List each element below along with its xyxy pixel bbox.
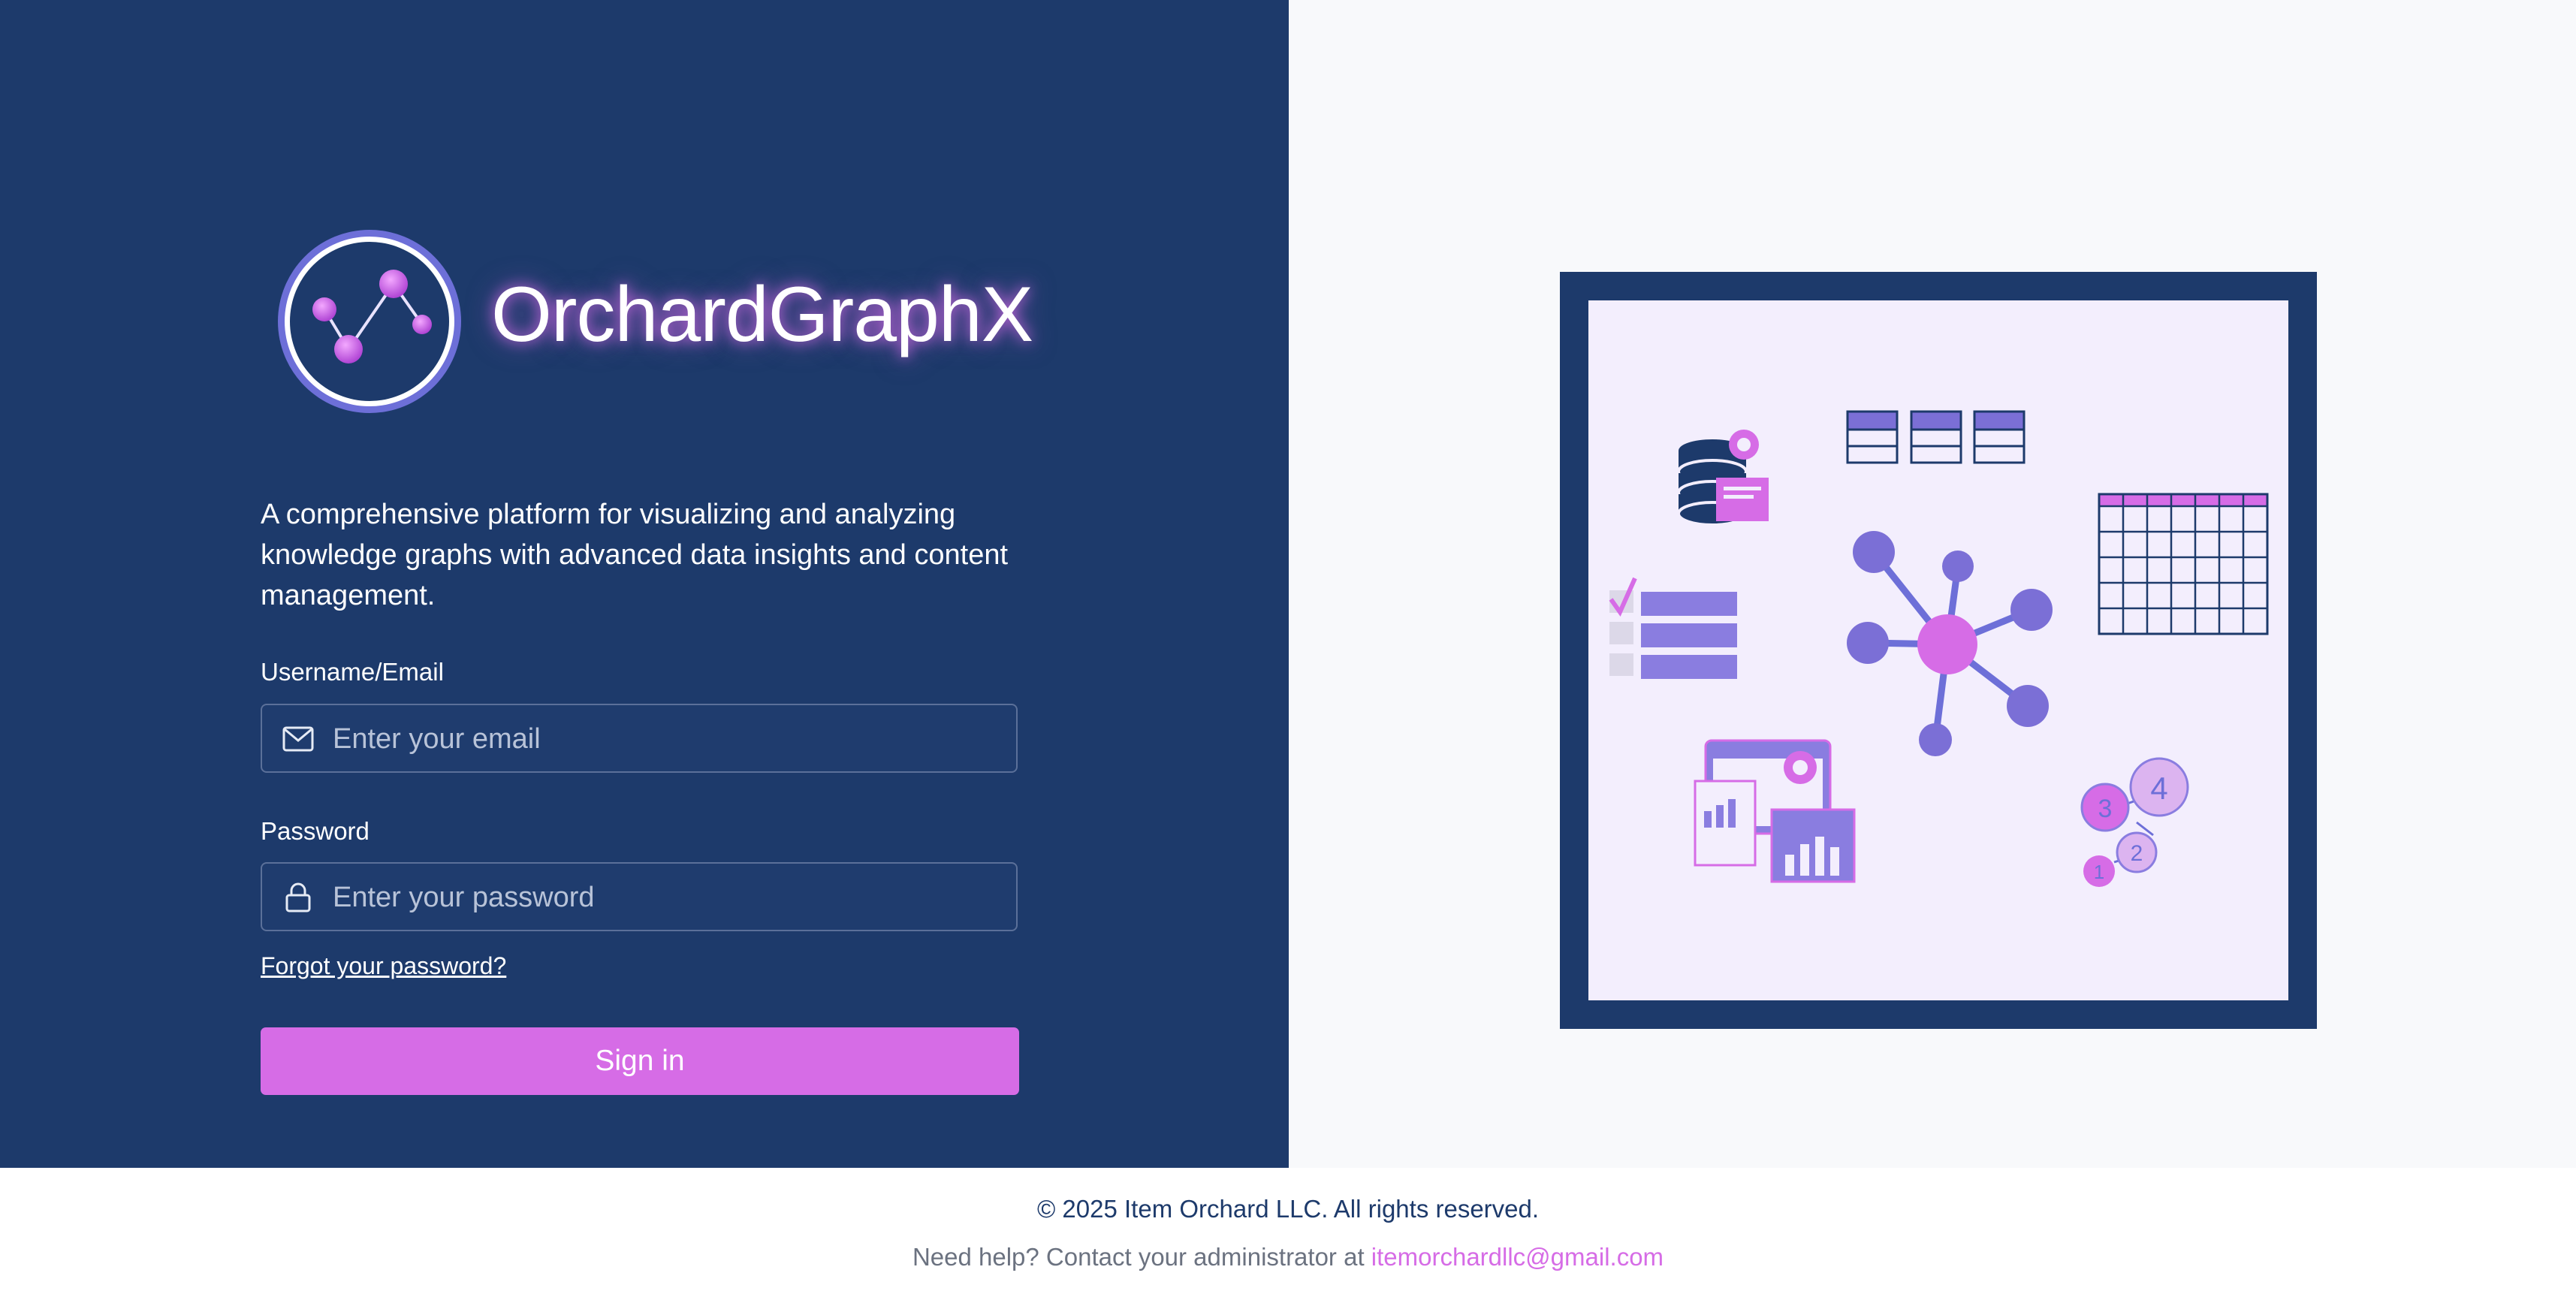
lock-icon <box>285 882 311 912</box>
sign-in-button[interactable]: Sign in <box>261 1027 1019 1095</box>
password-field[interactable] <box>261 862 1018 931</box>
checklist-icon <box>1609 577 1737 679</box>
process-steps-icon: 1 2 3 4 <box>2080 757 2189 887</box>
tagline: A comprehensive platform for visualizing… <box>261 499 1009 611</box>
email-input[interactable] <box>331 705 995 773</box>
help-text: Need help? Contact your administrator at… <box>0 1243 2576 1271</box>
knowledge-graph-illustration: 1 2 3 4 <box>1588 300 2288 1000</box>
table-grid-icon <box>2098 493 2269 635</box>
server-icon <box>1846 410 2026 464</box>
login-panel: OrchardGraphX A comprehensive platform f… <box>0 0 1289 1168</box>
footer: © 2025 Item Orchard LLC. All rights rese… <box>0 1168 2576 1297</box>
network-graph-icon <box>1847 531 2053 756</box>
graph-logo-icon <box>278 230 461 413</box>
username-label: Username/Email <box>261 658 444 686</box>
logo: OrchardGraphX <box>273 225 1033 424</box>
database-icon <box>1677 430 1769 526</box>
step-number: 3 <box>2098 795 2113 823</box>
password-label: Password <box>261 817 370 845</box>
forgot-password-link[interactable]: Forgot your password? <box>261 952 506 980</box>
step-number: 4 <box>2150 771 2167 806</box>
help-message: Need help? Contact your administrator at <box>912 1243 1365 1271</box>
admin-email-link[interactable]: itemorchardllc@gmail.com <box>1371 1243 1664 1271</box>
step-number: 2 <box>2131 841 2143 866</box>
step-number: 1 <box>2094 861 2104 883</box>
dashboard-icon <box>1694 739 1856 883</box>
illustration-frame: 1 2 3 4 <box>1560 272 2317 1029</box>
password-input[interactable] <box>331 864 995 931</box>
copyright-text: © 2025 Item Orchard LLC. All rights rese… <box>1036 1195 1540 1223</box>
brand-name: OrchardGraphX <box>491 271 1033 358</box>
mail-icon <box>282 726 314 752</box>
illustration-panel: 1 2 3 4 <box>1289 0 2576 1168</box>
username-field[interactable] <box>261 704 1018 773</box>
